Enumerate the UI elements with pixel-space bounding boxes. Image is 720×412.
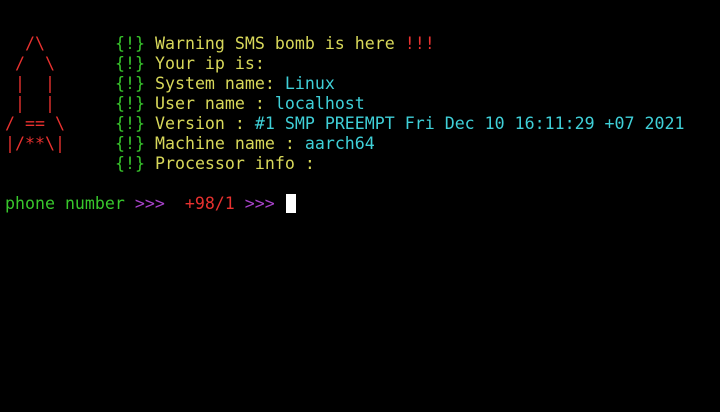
info-label: Your ip is:	[154, 54, 265, 73]
info-line-processor-info: {!} Processor info :	[115, 154, 315, 174]
info-label: Warning SMS bomb is here	[154, 34, 405, 53]
info-label: Version :	[154, 114, 255, 133]
info-tag: {!}	[115, 74, 145, 93]
info-line-system-name: {!} System name: Linux	[115, 74, 335, 94]
rocket-art-line-5: / == \	[5, 114, 65, 133]
info-tag: {!}	[115, 154, 145, 173]
phone-number-prompt[interactable]: phone number >>> +98/1 >>>	[5, 194, 296, 214]
info-value: #1 SMP PREEMPT Fri Dec 10 16:11:29 +07 2…	[254, 114, 685, 133]
info-label: Machine name :	[154, 134, 305, 153]
info-value: Linux	[284, 74, 335, 93]
info-tag: {!}	[115, 94, 145, 113]
info-tag: {!}	[115, 114, 145, 133]
phone-number-input[interactable]: +98/1	[175, 194, 235, 213]
info-label: User name :	[154, 94, 275, 113]
terminal-window[interactable]: /\ / \ | | | | / == \ |/**\| {!} Warning…	[0, 0, 720, 412]
text-cursor	[285, 194, 296, 213]
info-label: Processor info :	[154, 154, 315, 173]
info-tag: {!}	[115, 34, 145, 53]
info-tag: {!}	[115, 134, 145, 153]
info-line-machine-name: {!} Machine name : aarch64	[115, 134, 375, 154]
info-line-warning: {!} Warning SMS bomb is here !!!	[115, 34, 435, 54]
prompt-arrow: >>>	[234, 194, 285, 213]
info-line-ip: {!} Your ip is:	[115, 54, 265, 74]
rocket-art-line-2: / \	[5, 54, 65, 73]
info-label: System name:	[154, 74, 285, 93]
info-suffix: !!!	[404, 34, 435, 53]
rocket-art-line-1: /\	[5, 34, 65, 53]
info-line-version: {!} Version : #1 SMP PREEMPT Fri Dec 10 …	[115, 114, 684, 134]
rocket-art-line-6: |/**\|	[5, 134, 65, 153]
info-line-user-name: {!} User name : localhost	[115, 94, 365, 114]
rocket-art-line-3: | |	[5, 74, 65, 93]
info-tag: {!}	[115, 54, 145, 73]
prompt-arrow: >>>	[124, 194, 175, 213]
info-value: localhost	[274, 94, 365, 113]
prompt-label: phone number	[5, 194, 125, 213]
info-value: aarch64	[304, 134, 375, 153]
rocket-art-line-4: | |	[5, 94, 65, 113]
